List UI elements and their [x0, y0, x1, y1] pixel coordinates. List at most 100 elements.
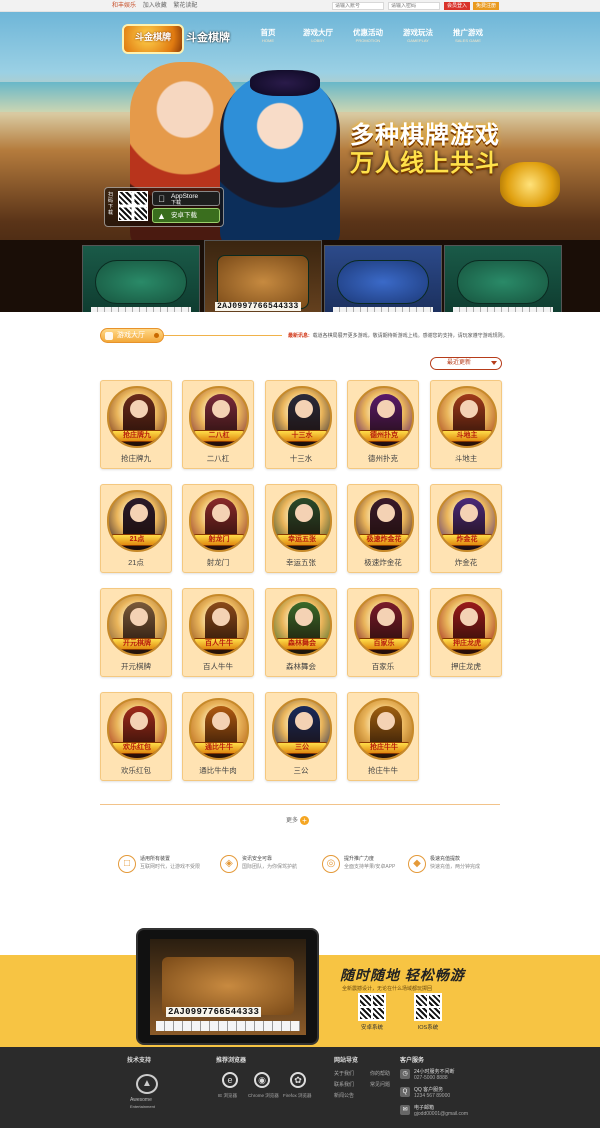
game-card[interactable]: 德州扑克 德州扑克 [347, 380, 419, 469]
top-link-bookmark[interactable]: 加入收藏 [143, 3, 167, 9]
game-artwork: 抢庄牛牛 [354, 698, 414, 760]
game-screenshot[interactable] [82, 245, 200, 312]
hero-slogan: 多种棋牌游戏 万人线上共斗 [330, 122, 520, 178]
tech-sub: Entertainment [130, 1104, 155, 1109]
nav-gameplay[interactable]: 游戏玩法 GAMEPLAY [398, 28, 438, 44]
gold-ingots-decoration [500, 162, 560, 207]
service-email[interactable]: gjodd00001@gmail.com [414, 1111, 468, 1117]
footer-link-about[interactable]: 关于我们 [334, 1070, 354, 1077]
game-screenshot[interactable] [324, 245, 442, 312]
nav-lobby-label: 游戏大厅 [303, 28, 333, 37]
game-artwork: 百人牛牛 [189, 594, 249, 656]
plus-icon: + [300, 816, 310, 825]
nav-sales-game[interactable]: 推广游戏 SALES GAME [448, 28, 488, 44]
service-email-label: 电子邮箱 [414, 1105, 435, 1111]
game-card[interactable]: 十三水 十三水 [265, 380, 337, 469]
game-artwork: 三公 [272, 698, 332, 760]
game-card[interactable]: 抢庄牛牛 抢庄牛牛 [347, 692, 419, 781]
game-card[interactable]: 抢庄牌九 抢庄牌九 [100, 380, 172, 469]
feature-security: ◈ 资讯安全可靠 国际团队，为你保驾护航 [220, 853, 315, 879]
nav-home-en: HOME [262, 38, 274, 43]
game-logo-banner: 百人牛牛 [193, 638, 245, 650]
game-logo-banner: 通比牛牛 [193, 742, 245, 754]
character-face [130, 608, 148, 626]
sort-dropdown[interactable]: 最近更新 [430, 357, 502, 370]
footer-link-contact[interactable]: 联系我们 [334, 1081, 354, 1088]
android-qr-label: 安卓系统 [360, 1025, 383, 1031]
game-card[interactable]: 森林舞会 森林舞会 [265, 588, 337, 677]
game-card[interactable]: 通比牛牛 通比牛牛肉 [182, 692, 254, 781]
game-artwork: 十三水 [272, 386, 332, 448]
game-card[interactable]: 三公 三公 [265, 692, 337, 781]
game-card[interactable]: 百家乐 百家乐 [347, 588, 419, 677]
feature-title: 极速充值提款 [430, 856, 461, 862]
footer-link-help[interactable]: 你的帮助 [370, 1070, 390, 1077]
game-artwork: 21点 [107, 490, 167, 552]
footer-browser-title: 推荐浏览器 [216, 1058, 247, 1064]
appstore-download-button[interactable]:  AppStore下载 [152, 191, 220, 206]
top-link-home[interactable]: 和丰娱乐 [112, 3, 136, 9]
firefox-label: Firefox 浏览器 [283, 1093, 312, 1098]
game-card[interactable]: 百人牛牛 百人牛牛 [182, 588, 254, 677]
game-name: 德州扑克 [368, 454, 398, 463]
firefox-icon[interactable]: ✿ [290, 1072, 306, 1088]
slogan-line-2: 万人线上共斗 [350, 150, 500, 177]
site-logo[interactable]: 斗金棋牌 [122, 24, 184, 54]
ie-icon[interactable]: e [222, 1072, 238, 1088]
section-title-pill: 游戏大厅 [100, 328, 164, 343]
lobby-icon [105, 332, 113, 340]
game-logo-banner: 极速炸金花 [358, 534, 410, 546]
table-felt [217, 255, 309, 309]
top-link-settings[interactable]: 繁花读配 [173, 3, 197, 9]
game-lobby-header: 游戏大厅 最新讯息: 载道各棋局展开更多游戏，敬请期待新游戏上线。感谢您的支持，请… [100, 327, 508, 345]
username-input[interactable] [332, 2, 384, 10]
more-button[interactable]: 更多 + [286, 816, 310, 826]
game-logo-banner: 抢庄牛牛 [358, 742, 410, 754]
game-name: 十三水 [289, 454, 313, 463]
game-card[interactable]: 开元棋牌 开元棋牌 [100, 588, 172, 677]
game-artwork: 极速炸金花 [354, 490, 414, 552]
game-card[interactable]: 欢乐红包 欢乐红包 [100, 692, 172, 781]
register-button[interactable]: 免费注册 [473, 2, 499, 10]
android-download-button[interactable]: ▲ 安卓下载 [152, 208, 220, 223]
brand-name: 斗金棋牌 [186, 32, 230, 44]
game-card[interactable]: 押庄龙虎 押庄龙虎 [430, 588, 502, 677]
login-button[interactable]: 会员登入 [444, 2, 470, 10]
shield-icon: ◈ [220, 855, 238, 873]
nav-promotion[interactable]: 优惠活动 PROMOTION [348, 28, 388, 44]
game-card[interactable]: 斗地主 斗地主 [430, 380, 502, 469]
game-logo-banner: 斗地主 [441, 430, 493, 442]
game-card[interactable]: 射龙门 射龙门 [182, 484, 254, 573]
character-face [377, 608, 395, 626]
footer-link-news[interactable]: 新闻公告 [334, 1092, 354, 1099]
table-felt [95, 260, 187, 304]
game-name: 森林舞会 [286, 662, 316, 671]
game-name: 欢乐红包 [121, 766, 151, 775]
game-card[interactable]: 炸金花 炸金花 [430, 484, 502, 573]
dot-icon [154, 333, 159, 338]
wallet-icon: ◆ [408, 855, 426, 873]
game-screenshot-featured[interactable]: 2AJ0997766544333 [204, 240, 322, 312]
nav-home[interactable]: 首页 HOME [248, 28, 288, 44]
game-logo-banner: 射龙门 [193, 534, 245, 546]
game-name: 极速炸金花 [364, 558, 402, 567]
game-logo-banner: 十三水 [276, 430, 328, 442]
character-face [460, 400, 478, 418]
grid-divider [100, 804, 500, 805]
game-logo-banner: 德州扑克 [358, 430, 410, 442]
feature-promotion: ◎ 提升推广力度 全面支持苹果/安卓APP [322, 853, 417, 879]
slogan-line-1: 多种棋牌游戏 [350, 122, 500, 149]
nav-home-label: 首页 [260, 28, 276, 37]
footer-link-faq[interactable]: 常见问题 [370, 1081, 390, 1088]
character-face [460, 504, 478, 522]
nav-lobby[interactable]: 游戏大厅 LOBBY [298, 28, 338, 44]
nav-gameplay-label: 游戏玩法 [403, 28, 433, 37]
password-input[interactable] [388, 2, 440, 10]
game-card[interactable]: 二八杠 二八杠 [182, 380, 254, 469]
game-card[interactable]: 极速炸金花 极速炸金花 [347, 484, 419, 573]
game-logo-banner: 抢庄牌九 [111, 430, 163, 442]
game-card[interactable]: 21点 21点 [100, 484, 172, 573]
game-screenshot[interactable] [444, 245, 562, 312]
chrome-icon[interactable]: ◉ [254, 1072, 270, 1088]
game-card[interactable]: 幸运五张 幸运五张 [265, 484, 337, 573]
